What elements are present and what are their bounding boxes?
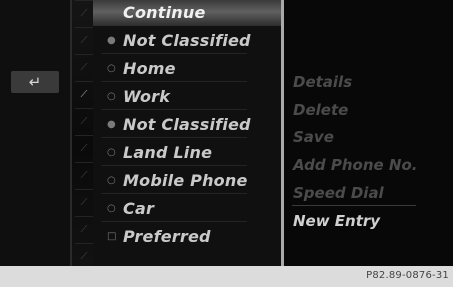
strip-marker: ⁄ [75,0,93,27]
menu-item-label: Work [123,87,171,106]
divider [101,193,247,194]
menu-item-label: Not Classified [123,115,251,134]
strip-marker: ⁄ [75,243,93,266]
comand-display: ↵ ⁄ ⁄ ⁄ ⁄ ⁄ ⁄ ⁄ ⁄ ⁄ ⁄ Continue ● Not Cla… [0,0,453,266]
strip-marker: ⁄ [75,27,93,54]
menu-item-not-classified[interactable]: ● Not Classified [93,28,283,54]
figure-footer: P82.89-0876-31 [0,266,453,287]
divider [101,109,247,110]
menu-item-label: Car [123,199,155,218]
radio-empty-icon: ○ [107,175,116,186]
menu-item-label: Land Line [123,143,213,162]
menu-item-preferred[interactable]: □ Preferred [93,224,283,250]
menu-item-label: Mobile Phone [123,171,248,190]
radio-selected-icon: ● [107,35,116,46]
radio-empty-icon: ○ [107,63,116,74]
divider [101,221,247,222]
strip-marker: ⁄ [75,108,93,135]
menu-item-continue[interactable]: Continue [93,0,283,26]
option-save[interactable]: Save [293,125,334,149]
strip-marker: ⁄ [75,189,93,216]
option-delete[interactable]: Delete [293,98,348,122]
checkbox-icon: □ [107,231,117,242]
menu-item-not-classified-2[interactable]: ● Not Classified [93,112,283,138]
back-arrow-icon: ↵ [28,73,42,91]
menu-item-label: Not Classified [123,31,251,50]
menu-item-home[interactable]: ○ Home [93,56,283,82]
strip-marker: ⁄ [75,54,93,81]
radio-empty-icon: ○ [107,91,116,102]
options-menu: Details Delete Save Add Phone No. Speed … [284,0,453,266]
divider [101,137,247,138]
menu-item-car[interactable]: ○ Car [93,196,283,222]
strip-marker: ⁄ [75,81,93,108]
menu-item-mobile-phone[interactable]: ○ Mobile Phone [93,168,283,194]
menu-item-label: Home [123,59,176,78]
divider [292,205,416,206]
option-new-entry[interactable]: New Entry [293,209,380,233]
option-add-phone-no[interactable]: Add Phone No. [293,153,417,177]
menu-item-work[interactable]: ○ Work [93,84,283,110]
left-panel-edge [70,0,72,266]
left-panel: ↵ [0,0,72,266]
category-menu: Continue ● Not Classified ○ Home ○ Work … [93,0,283,266]
figure-code: P82.89-0876-31 [366,270,449,281]
strip-marker: ⁄ [75,162,93,189]
menu-item-land-line[interactable]: ○ Land Line [93,140,283,166]
radio-empty-icon: ○ [107,203,116,214]
option-details[interactable]: Details [293,70,352,94]
radio-selected-icon: ● [107,119,116,130]
strip-marker: ⁄ [75,135,93,162]
divider [101,165,247,166]
divider [101,53,247,54]
menu-item-label: Preferred [123,227,211,246]
radio-empty-icon: ○ [107,147,116,158]
strip-marker: ⁄ [75,216,93,243]
divider [101,81,247,82]
option-speed-dial[interactable]: Speed Dial [293,181,384,205]
back-button[interactable]: ↵ [11,71,59,93]
list-index-strip: ⁄ ⁄ ⁄ ⁄ ⁄ ⁄ ⁄ ⁄ ⁄ ⁄ [75,0,93,266]
menu-item-label: Continue [123,3,206,22]
